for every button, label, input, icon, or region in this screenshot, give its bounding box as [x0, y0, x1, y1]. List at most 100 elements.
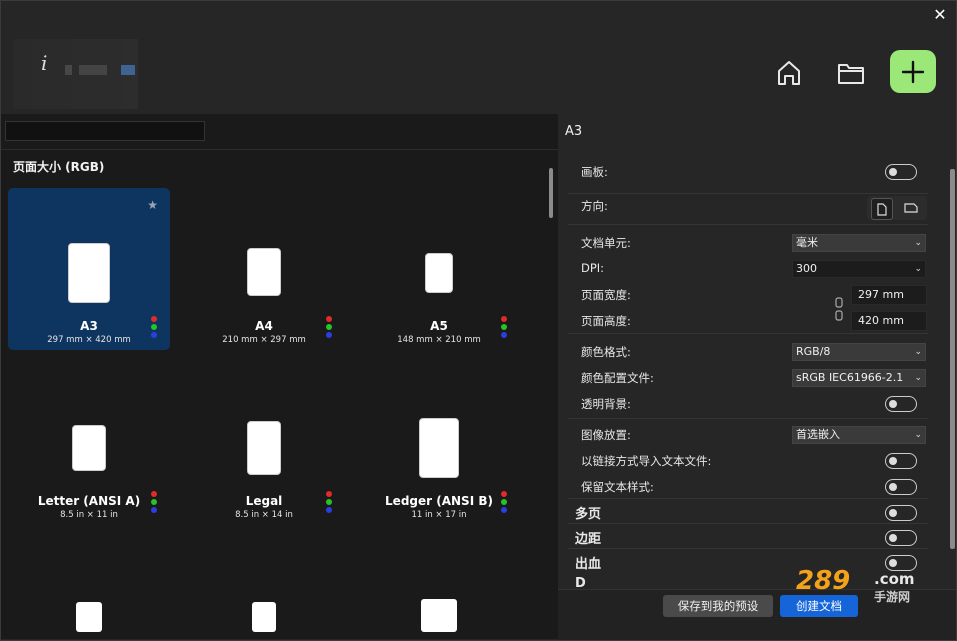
star-icon[interactable]: ★: [147, 198, 158, 212]
color-profile-select[interactable]: sRGB IEC61966-2.1 ⌄: [792, 369, 926, 387]
doc-units-select[interactable]: 毫米 ⌄: [792, 234, 926, 252]
page-height-label: 页面高度:: [581, 314, 631, 328]
divider: [568, 498, 928, 499]
page-preview: [247, 248, 281, 296]
divider: [568, 418, 928, 419]
color-format-select[interactable]: RGB/8 ⌄: [792, 343, 926, 361]
artboard-toggle[interactable]: [885, 164, 917, 180]
chevron-down-icon: ⌄: [914, 264, 922, 274]
portrait-icon: [877, 202, 887, 216]
keep-text-style-label: 保留文本样式:: [581, 480, 654, 494]
bleed-label: 出血: [575, 557, 602, 572]
preset-dims: 297 mm × 420 mm: [47, 335, 131, 345]
divider: [568, 193, 928, 194]
plus-icon: [901, 60, 925, 83]
page-preview: [419, 418, 459, 478]
app-logo: i: [13, 39, 138, 109]
color-profile-value: sRGB IEC61966-2.1: [796, 371, 904, 384]
landscape-button[interactable]: [901, 200, 921, 216]
preset-card-letter[interactable]: Letter (ANSI A) 8.5 in × 11 in: [8, 363, 170, 525]
color-format-label: 颜色格式:: [581, 345, 631, 359]
transparent-bg-label: 透明背景:: [581, 397, 631, 411]
chevron-down-icon: ⌄: [914, 430, 922, 440]
keep-text-style-toggle[interactable]: [885, 479, 917, 495]
dpi-select[interactable]: 300 ⌄: [792, 260, 926, 278]
rgb-icon: [151, 316, 157, 340]
link-icon[interactable]: [834, 297, 844, 321]
logo-mark: [65, 65, 135, 75]
preset-dims: 8.5 in × 14 in: [235, 510, 293, 520]
page-preview: [72, 425, 106, 471]
multipage-toggle[interactable]: [885, 505, 917, 521]
header-bar: ✕ i: [1, 1, 956, 111]
preset-card-legal[interactable]: Legal 8.5 in × 14 in: [183, 363, 345, 525]
preset-card-ledger[interactable]: Ledger (ANSI B) 11 in × 17 in: [358, 363, 520, 525]
page-preview: [252, 602, 276, 632]
margins-label: 边距: [575, 532, 602, 547]
preset-dims: 8.5 in × 11 in: [60, 510, 118, 520]
page-width-label: 页面宽度:: [581, 288, 631, 302]
rgb-icon: [151, 491, 157, 515]
logo-glyph: i: [41, 51, 48, 75]
margins-toggle[interactable]: [885, 530, 917, 546]
import-linked-label: 以链接方式导入文本文件:: [581, 454, 712, 468]
page-preview: [68, 243, 110, 303]
page-preview: [76, 602, 102, 632]
divider: [568, 548, 928, 549]
new-document-button[interactable]: [890, 50, 936, 93]
doc-units-value: 毫米: [796, 236, 818, 249]
preset-card-a3[interactable]: ★ A3 297 mm × 420 mm: [8, 188, 170, 350]
home-icon: [778, 61, 800, 85]
divider: [568, 224, 928, 225]
rgb-icon: [501, 491, 507, 515]
scrollbar[interactable]: [950, 169, 955, 549]
transparent-bg-toggle[interactable]: [885, 396, 917, 412]
page-preview: [421, 599, 457, 632]
divider: [568, 523, 928, 524]
orientation-label: 方向:: [581, 199, 608, 213]
multipage-label: 多页: [575, 507, 602, 522]
watermark-number: 289: [796, 566, 851, 596]
home-button[interactable]: [767, 51, 811, 95]
landscape-icon: [904, 203, 918, 213]
preset-name: A4: [255, 319, 273, 333]
preset-dims: 148 mm × 210 mm: [397, 335, 481, 345]
chevron-down-icon: ⌄: [914, 373, 922, 383]
preset-name: Legal: [245, 494, 283, 508]
section-title: 页面大小 (RGB): [13, 160, 105, 174]
chevron-down-icon: ⌄: [914, 347, 922, 357]
close-button[interactable]: ✕: [930, 5, 950, 25]
preset-card-a4[interactable]: A4 210 mm × 297 mm: [183, 188, 345, 350]
watermark-logo: 289 .com 手游网: [796, 566, 936, 606]
scrollbar[interactable]: [549, 168, 553, 218]
color-format-value: RGB/8: [796, 345, 831, 358]
search-input[interactable]: [5, 121, 205, 141]
dpi-value: 300: [796, 262, 817, 275]
image-placement-value: 首选嵌入: [796, 428, 840, 441]
page-preview: [247, 421, 281, 475]
save-preset-button[interactable]: 保存到我的预设: [663, 595, 773, 617]
rgb-icon: [326, 316, 332, 340]
doc-units-label: 文档单元:: [581, 236, 631, 250]
new-document-dialog: ✕ i 页面大小 (RGB) ★ A3 297 mm × 420 mm A4 2…: [0, 0, 957, 641]
page-preview: [425, 253, 453, 293]
open-folder-button[interactable]: [829, 51, 873, 95]
document-settings-panel: A3 画板: 方向: 文档单元: 毫米 ⌄ DPI: 300 ⌄ 页面宽度: 2…: [558, 114, 956, 639]
image-placement-select[interactable]: 首选嵌入 ⌄: [792, 426, 926, 444]
page-height-input[interactable]: 420 mm: [851, 311, 927, 331]
watermark-suffix: .com: [874, 570, 915, 588]
image-placement-label: 图像放置:: [581, 428, 631, 442]
page-size-panel: 页面大小 (RGB) ★ A3 297 mm × 420 mm A4 210 m…: [1, 114, 558, 639]
rgb-icon: [326, 491, 332, 515]
portrait-button[interactable]: [871, 198, 893, 220]
preset-dims: 11 in × 17 in: [411, 510, 467, 520]
dpi-label: DPI:: [581, 261, 605, 275]
preset-name: A5: [430, 319, 448, 333]
import-linked-toggle[interactable]: [885, 453, 917, 469]
folder-icon: [838, 64, 864, 84]
divider: [1, 149, 558, 150]
page-width-input[interactable]: 297 mm: [851, 285, 927, 305]
chevron-down-icon: ⌄: [914, 238, 922, 248]
preset-card-a5[interactable]: A5 148 mm × 210 mm: [358, 188, 520, 350]
preset-name: Ledger (ANSI B): [385, 494, 493, 508]
